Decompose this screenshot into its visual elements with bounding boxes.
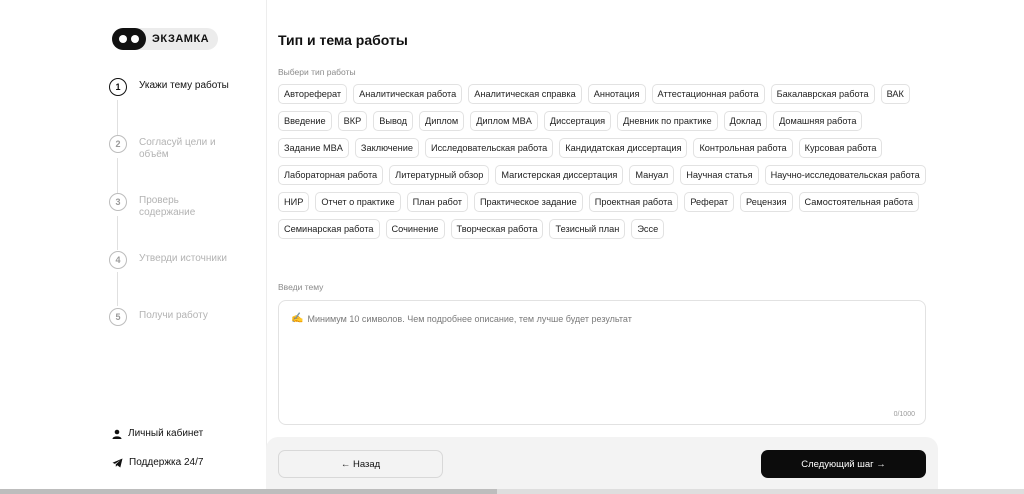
step-number: 3 bbox=[109, 193, 127, 211]
logo-text: ЭКЗАМКА bbox=[152, 33, 210, 45]
step-number: 2 bbox=[109, 135, 127, 153]
step-5[interactable]: 5 Получи работу bbox=[109, 308, 231, 326]
work-type-chip[interactable]: Лабораторная работа bbox=[278, 165, 384, 185]
work-type-chip[interactable]: Курсовая работа bbox=[798, 138, 883, 158]
logo-eyes-icon bbox=[112, 28, 146, 50]
step-connector bbox=[117, 216, 118, 250]
work-type-chip[interactable]: Эссе bbox=[631, 219, 665, 239]
account-link[interactable]: Личный кабинет bbox=[112, 428, 203, 439]
sidebar: ЭКЗАМКА 1 Укажи тему работы 2 Согласуй ц… bbox=[0, 0, 267, 494]
work-type-chip[interactable]: Научная статья bbox=[680, 165, 759, 185]
work-type-chip[interactable]: Аттестационная работа bbox=[651, 84, 765, 104]
work-type-chip[interactable]: Бакалаврская работа bbox=[770, 84, 875, 104]
step-1[interactable]: 1 Укажи тему работы bbox=[109, 78, 231, 96]
work-type-chip[interactable]: Контрольная работа bbox=[693, 138, 793, 158]
work-type-chip[interactable]: Задание MBA bbox=[278, 138, 349, 158]
topic-placeholder-text: Минимум 10 символов. Чем подробнее описа… bbox=[307, 313, 632, 324]
character-counter: 0/1000 bbox=[893, 411, 915, 418]
step-label: Укажи тему работы bbox=[139, 80, 229, 91]
work-type-chip[interactable]: Домашняя работа bbox=[773, 111, 863, 131]
step-2[interactable]: 2 Согласуй цели и объём bbox=[109, 135, 231, 161]
work-type-chips: Автореферат Аналитическая работа Аналитиче… bbox=[278, 84, 928, 239]
work-type-chip[interactable]: Кандидатская диссертация bbox=[559, 138, 688, 158]
work-type-chip[interactable]: ВКР bbox=[337, 111, 368, 131]
work-type-chip[interactable]: Дневник по практике bbox=[617, 111, 718, 131]
work-type-chip[interactable]: Магистерская диссертация bbox=[495, 165, 624, 185]
work-type-chip[interactable]: Автореферат bbox=[278, 84, 348, 104]
topic-input[interactable]: ✍ Минимум 10 символов. Чем подробнее опи… bbox=[278, 300, 926, 425]
step-connector bbox=[117, 100, 118, 136]
work-type-chip[interactable]: Аналитическая работа bbox=[353, 84, 463, 104]
work-type-chip[interactable]: Творческая работа bbox=[450, 219, 544, 239]
step-4[interactable]: 4 Утверди источники bbox=[109, 251, 231, 269]
work-type-chip[interactable]: Мануал bbox=[629, 165, 675, 185]
work-type-chip[interactable]: Диплом bbox=[419, 111, 465, 131]
work-type-chip[interactable]: Диплом MBA bbox=[470, 111, 538, 131]
step-3[interactable]: 3 Проверь содержание bbox=[109, 193, 231, 219]
work-type-chip[interactable]: Семинарская работа bbox=[278, 219, 380, 239]
work-type-chip[interactable]: Практическое задание bbox=[473, 192, 583, 212]
work-type-chip[interactable]: Самостоятельная работа bbox=[798, 192, 919, 212]
type-section-label: Выбери тип работы bbox=[278, 67, 356, 77]
work-type-chip[interactable]: Рецензия bbox=[740, 192, 793, 212]
step-connector bbox=[117, 158, 118, 194]
work-type-chip[interactable]: Доклад bbox=[723, 111, 768, 131]
work-type-chip[interactable]: Реферат bbox=[684, 192, 735, 212]
account-link-label: Личный кабинет bbox=[128, 428, 204, 439]
work-type-chip[interactable]: План работ bbox=[406, 192, 468, 212]
step-label: Согласуй цели и объём bbox=[139, 137, 216, 160]
page-title: Тип и тема работы bbox=[278, 32, 408, 48]
step-connector bbox=[117, 272, 118, 306]
work-type-chip[interactable]: Аннотация bbox=[587, 84, 646, 104]
writing-hand-icon: ✍ bbox=[291, 313, 304, 324]
work-type-chip[interactable]: Тезисный план bbox=[549, 219, 626, 239]
work-type-chip[interactable]: Заключение bbox=[354, 138, 419, 158]
telegram-icon bbox=[112, 458, 123, 467]
logo[interactable]: ЭКЗАМКА bbox=[112, 28, 218, 50]
work-type-chip[interactable]: Сочинение bbox=[385, 219, 445, 239]
work-type-chip[interactable]: Диссертация bbox=[543, 111, 612, 131]
work-type-chip[interactable]: Введение bbox=[278, 111, 332, 131]
bottom-action-bar: ← Назад Следующий шаг → bbox=[266, 437, 938, 494]
scrollbar-thumb[interactable] bbox=[0, 489, 497, 494]
work-type-chip[interactable]: Проектная работа bbox=[588, 192, 679, 212]
user-icon bbox=[112, 429, 122, 439]
work-type-chip[interactable]: Вывод bbox=[373, 111, 413, 131]
work-type-chip[interactable]: Литературный обзор bbox=[389, 165, 490, 185]
work-type-chip[interactable]: Исследовательская работа bbox=[424, 138, 554, 158]
work-type-chip[interactable]: Аналитическая справка bbox=[468, 84, 582, 104]
topic-section-label: Введи тему bbox=[278, 282, 324, 292]
work-type-chip[interactable]: ВАК bbox=[880, 84, 910, 104]
step-label: Утверди источники bbox=[139, 253, 227, 264]
work-type-chip[interactable]: Отчет о практике bbox=[315, 192, 401, 212]
step-number: 4 bbox=[109, 251, 127, 269]
work-type-chip[interactable]: Научно-исследовательская работа bbox=[764, 165, 926, 185]
step-number: 1 bbox=[109, 78, 127, 96]
support-link-label: Поддержка 24/7 bbox=[129, 457, 204, 468]
step-number: 5 bbox=[109, 308, 127, 326]
back-button[interactable]: ← Назад bbox=[278, 450, 443, 478]
step-label: Проверь содержание bbox=[139, 195, 196, 218]
topic-placeholder: ✍ Минимум 10 символов. Чем подробнее опи… bbox=[291, 313, 632, 324]
next-step-button[interactable]: Следующий шаг → bbox=[761, 450, 926, 478]
step-label: Получи работу bbox=[139, 310, 208, 321]
support-link[interactable]: Поддержка 24/7 bbox=[112, 457, 203, 468]
work-type-chip[interactable]: НИР bbox=[278, 192, 310, 212]
